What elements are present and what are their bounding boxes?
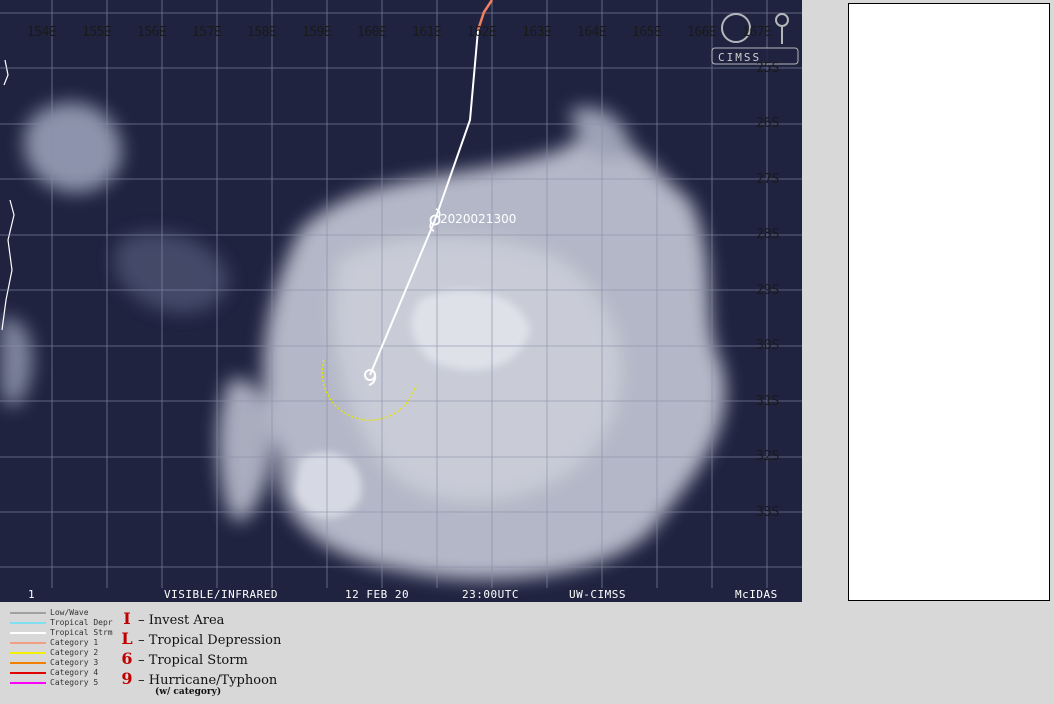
legend: Low/Wave Tropical Depr Tropical Strm Cat… bbox=[0, 604, 1054, 704]
legend-line-label: Category 4 bbox=[50, 668, 99, 677]
lon-label-160e: 160E bbox=[357, 25, 387, 40]
lon-label-162e: 162E bbox=[467, 25, 497, 40]
legend-swatch bbox=[10, 632, 46, 634]
legend-line-label: Tropical Depr bbox=[50, 618, 113, 627]
image-date: 12 FEB 20 bbox=[345, 588, 410, 601]
lon-label-155e: 155E bbox=[82, 25, 112, 40]
lon-label-166e: 166E bbox=[687, 25, 717, 40]
track-time-label: 2020021300 bbox=[440, 212, 517, 226]
lat-label-28s: 28S bbox=[756, 227, 780, 242]
frame-number: 1 bbox=[28, 588, 36, 601]
map-graphics bbox=[0, 0, 802, 602]
legend-swatch bbox=[10, 612, 46, 614]
legend-symbol-label: – Hurricane/Typhoon bbox=[138, 673, 278, 688]
hurricane-icon: 9 bbox=[121, 669, 133, 688]
lat-label-32s: 32S bbox=[756, 449, 780, 464]
legend-symbol-tropical-depression: L – Tropical Depression bbox=[120, 629, 282, 648]
lon-label-163e: 163E bbox=[522, 25, 552, 40]
legend-symbol-label: – Invest Area bbox=[138, 613, 225, 628]
legend-line-label: Category 3 bbox=[50, 658, 99, 667]
legend-swatch bbox=[10, 652, 46, 654]
legend-line-label: Category 1 bbox=[50, 638, 99, 647]
tropical-storm-icon: 6 bbox=[121, 649, 133, 668]
lat-label-33s: 33S bbox=[756, 505, 780, 520]
lon-label-158e: 158E bbox=[247, 25, 277, 40]
legend-symbol-tropical-storm: 6 – Tropical Storm bbox=[120, 649, 248, 668]
product-name: VISIBLE/INFRARED bbox=[164, 588, 278, 601]
image-source: UW-CIMSS bbox=[569, 588, 626, 601]
lat-label-30s: 30S bbox=[756, 338, 780, 353]
legend-swatch bbox=[10, 622, 46, 624]
cimss-logo-text: CIMSS bbox=[718, 51, 762, 64]
legend-symbol-invest: I – Invest Area bbox=[120, 609, 225, 628]
legend-symbol-label: – Tropical Storm bbox=[138, 653, 248, 668]
tropical-depression-icon: L bbox=[121, 629, 133, 648]
invest-icon: I bbox=[123, 609, 131, 628]
lon-label-161e: 161E bbox=[412, 25, 442, 40]
satellite-map[interactable]: 154E 155E 156E 157E 158E 159E 160E 161E … bbox=[0, 0, 802, 602]
legend-category-note: (w/ category) bbox=[155, 687, 222, 697]
image-time: 23:00UTC bbox=[462, 588, 519, 601]
legend-swatch bbox=[10, 682, 46, 684]
status-bar: 1 VISIBLE/INFRARED 12 FEB 20 23:00UTC UW… bbox=[2, 588, 802, 602]
lon-label-159e: 159E bbox=[302, 25, 332, 40]
legend-symbol-label: – Tropical Depression bbox=[138, 633, 282, 648]
legend-swatch bbox=[10, 642, 46, 644]
lat-label-26s: 26S bbox=[756, 116, 780, 131]
legend-swatch bbox=[10, 662, 46, 664]
legend-line-label: Tropical Strm bbox=[50, 628, 113, 637]
lon-label-167e: 167E bbox=[742, 25, 772, 40]
legend-line-label: Category 2 bbox=[50, 648, 99, 657]
legend-line-label: Low/Wave bbox=[50, 608, 89, 617]
side-panel bbox=[848, 3, 1050, 601]
lat-label-29s: 29S bbox=[756, 283, 780, 298]
lat-label-31s: 31S bbox=[756, 394, 780, 409]
lon-label-156e: 156E bbox=[137, 25, 167, 40]
legend-symbol-hurricane: 9 – Hurricane/Typhoon bbox=[120, 669, 278, 688]
lon-label-164e: 164E bbox=[577, 25, 607, 40]
software-name: McIDAS bbox=[735, 588, 778, 601]
lon-label-154e: 154E bbox=[27, 25, 57, 40]
lon-label-157e: 157E bbox=[192, 25, 222, 40]
legend-swatch bbox=[10, 672, 46, 674]
lat-label-27s: 27S bbox=[756, 172, 780, 187]
lon-label-165e: 165E bbox=[632, 25, 662, 40]
legend-line-label: Category 5 bbox=[50, 678, 99, 687]
